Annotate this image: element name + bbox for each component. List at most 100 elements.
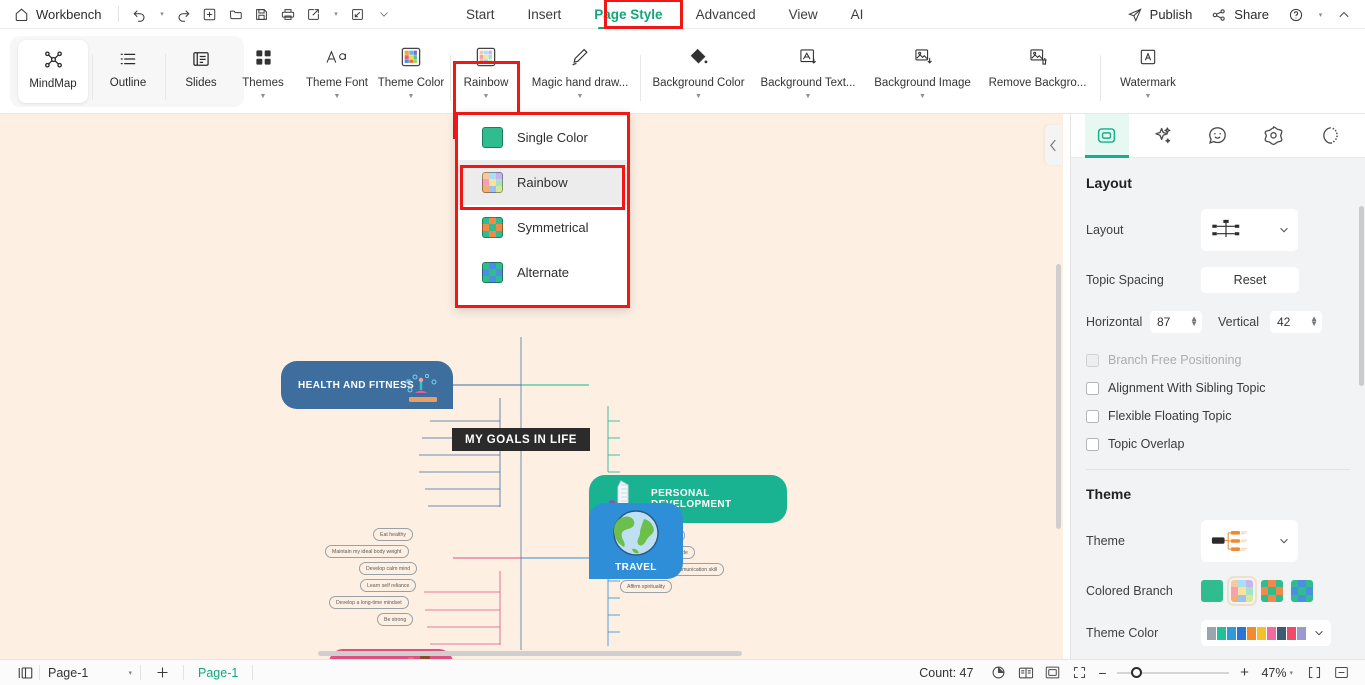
zoom-slider[interactable] [1117,663,1230,683]
branch-topic-health-and-fitness[interactable]: HEALTH AND FITNESS [281,361,453,409]
chevron-down-icon[interactable]: ▼ [408,93,415,100]
horizontal-spinner[interactable]: 87 ▲ ▼ [1150,311,1202,333]
zoom-out-button[interactable]: − [1093,662,1111,684]
tab-sticker[interactable] [1252,114,1296,158]
subtopic[interactable]: Develop a long-time mindset [329,596,409,609]
branch-topic-travel[interactable]: TRAVEL [589,503,683,579]
checkbox-alignment-with-sibling-topic[interactable]: Alignment With Sibling Topic [1086,381,1350,395]
panel-collapse-button[interactable] [1045,125,1062,165]
ribbon-button-watermark[interactable]: Watermark ▼ [1110,35,1186,107]
share-label[interactable]: Share [1234,7,1269,22]
ribbon-button-themes[interactable]: Themes ▼ [226,35,300,107]
fit-page-icon[interactable] [1039,662,1066,684]
central-topic[interactable]: MY GOALS IN LIFE [452,428,590,451]
ribbon-button-remove-background[interactable]: Remove Backgro... [980,35,1095,107]
select-all-icon[interactable] [1301,662,1328,684]
dropdown-item-rainbow[interactable]: Rainbow [458,160,627,205]
workbench-button[interactable]: Workbench [10,5,110,24]
tab-smiley[interactable] [1196,114,1240,158]
ribbon-button-background-color[interactable]: Background Color ▼ [646,35,751,107]
open-icon[interactable] [223,3,249,25]
checkbox-flexible-floating-topic[interactable]: Flexible Floating Topic [1086,409,1350,423]
subtopic[interactable]: Affirm spirituality [620,580,672,593]
ribbon-button-magic-hand-draw[interactable]: Magic hand draw... ▼ [520,35,640,107]
undo-dropdown-icon[interactable]: ▾ [153,3,171,25]
fullscreen-icon[interactable] [1066,662,1093,684]
ribbon-button-background-text[interactable]: Background Text... ▼ [751,35,865,107]
theme-color-selector[interactable] [1201,620,1331,646]
ribbon-button-theme-color[interactable]: Theme Color ▼ [374,35,448,107]
chevron-down-icon[interactable]: ▼ [577,93,584,100]
subtopic[interactable]: Maintain my ideal body weight [325,545,409,558]
vertical-spinner[interactable]: 42 ▲ ▼ [1270,311,1322,333]
chevron-up-icon[interactable] [1331,4,1357,26]
chevron-down-icon[interactable]: ▼ [919,93,926,100]
add-page-button[interactable] [141,662,183,684]
tab-moon[interactable] [1307,114,1351,158]
print-icon[interactable] [275,3,301,25]
ribbon-button-theme-font[interactable]: Theme Font ▼ [300,35,374,107]
chevron-down-icon[interactable]: ▼ [1145,93,1152,100]
export-dropdown-icon[interactable]: ▾ [327,3,345,25]
ribbon-button-background-image[interactable]: Background Image ▼ [865,35,980,107]
menu-item-page-style[interactable]: Page Style [594,2,663,30]
page-selector[interactable]: Page-1 ▾ [40,666,140,680]
spinner-arrows-icon[interactable]: ▲ ▼ [1310,315,1318,328]
undo-icon[interactable] [127,3,153,25]
tab-layout-panel[interactable] [1084,113,1129,158]
theme-selector[interactable] [1201,520,1298,562]
chevron-down-icon[interactable]: ▼ [334,93,341,100]
dropdown-item-alternate[interactable]: Alternate [458,250,627,295]
colored-branch-option-rainbow[interactable] [1227,576,1257,606]
more-icon[interactable] [371,3,397,25]
colored-branch-option-symmetrical[interactable] [1261,580,1283,602]
save-icon[interactable] [249,3,275,25]
chevron-down-icon[interactable]: ▾ [1289,669,1293,677]
dropdown-item-single-color[interactable]: Single Color [458,115,627,160]
menu-item-start[interactable]: Start [466,2,495,27]
view-button-outline[interactable]: Outline [93,40,163,103]
help-icon[interactable] [1283,4,1309,26]
import-icon[interactable] [345,3,371,25]
subtopic[interactable]: Eat healthy [373,528,413,541]
chevron-down-icon[interactable]: ▼ [805,93,812,100]
minimap-icon[interactable] [1328,662,1355,684]
chevron-down-icon[interactable] [1278,224,1290,236]
subtopic[interactable]: Develop calm mind [359,562,418,575]
tab-sparkle[interactable] [1140,114,1184,158]
menu-item-insert[interactable]: Insert [528,2,562,27]
spinner-arrows-icon[interactable]: ▲ ▼ [1190,315,1198,328]
zoom-in-button[interactable]: + [1235,662,1253,684]
zoom-slider-knob[interactable] [1131,667,1143,678]
export-icon[interactable] [301,3,327,25]
dropdown-item-symmetrical[interactable]: Symmetrical [458,205,627,250]
zoom-percent-label[interactable]: 47% [1261,666,1286,680]
chevron-down-icon[interactable]: ▼ [260,93,267,100]
publish-label[interactable]: Publish [1150,7,1193,22]
canvas-horizontal-scrollbar[interactable] [318,651,742,656]
menu-item-ai[interactable]: AI [851,2,864,27]
subtopic[interactable]: Learn self reliance [360,579,417,592]
view-button-mindmap[interactable]: MindMap [18,40,88,103]
checkbox-box[interactable] [1086,437,1099,451]
publish-icon[interactable] [1122,4,1148,26]
checkbox-topic-overlap[interactable]: Topic Overlap [1086,437,1350,451]
sidebar-scrollbar[interactable] [1359,206,1364,386]
chevron-down-icon[interactable]: ▼ [695,93,702,100]
layout-selector[interactable] [1201,209,1298,251]
new-icon[interactable] [197,3,223,25]
chevron-down-icon[interactable]: ▼ [483,93,490,100]
chevron-down-icon[interactable]: ▾ [128,669,132,677]
chevron-down-icon[interactable] [1278,535,1290,547]
share-icon[interactable] [1206,4,1232,26]
book-mode-icon[interactable] [1012,662,1039,684]
colored-branch-option-single-color[interactable] [1201,580,1223,602]
help-dropdown-icon[interactable]: ▾ [1311,4,1329,26]
chevron-down-icon[interactable] [1313,627,1325,639]
mouse-mode-icon[interactable] [985,662,1012,684]
panel-toggle-icon[interactable] [12,662,39,684]
checkbox-box[interactable] [1086,381,1099,395]
menu-item-view[interactable]: View [789,2,818,27]
checkbox-box[interactable] [1086,409,1099,423]
colored-branch-option-alternate[interactable] [1291,580,1313,602]
